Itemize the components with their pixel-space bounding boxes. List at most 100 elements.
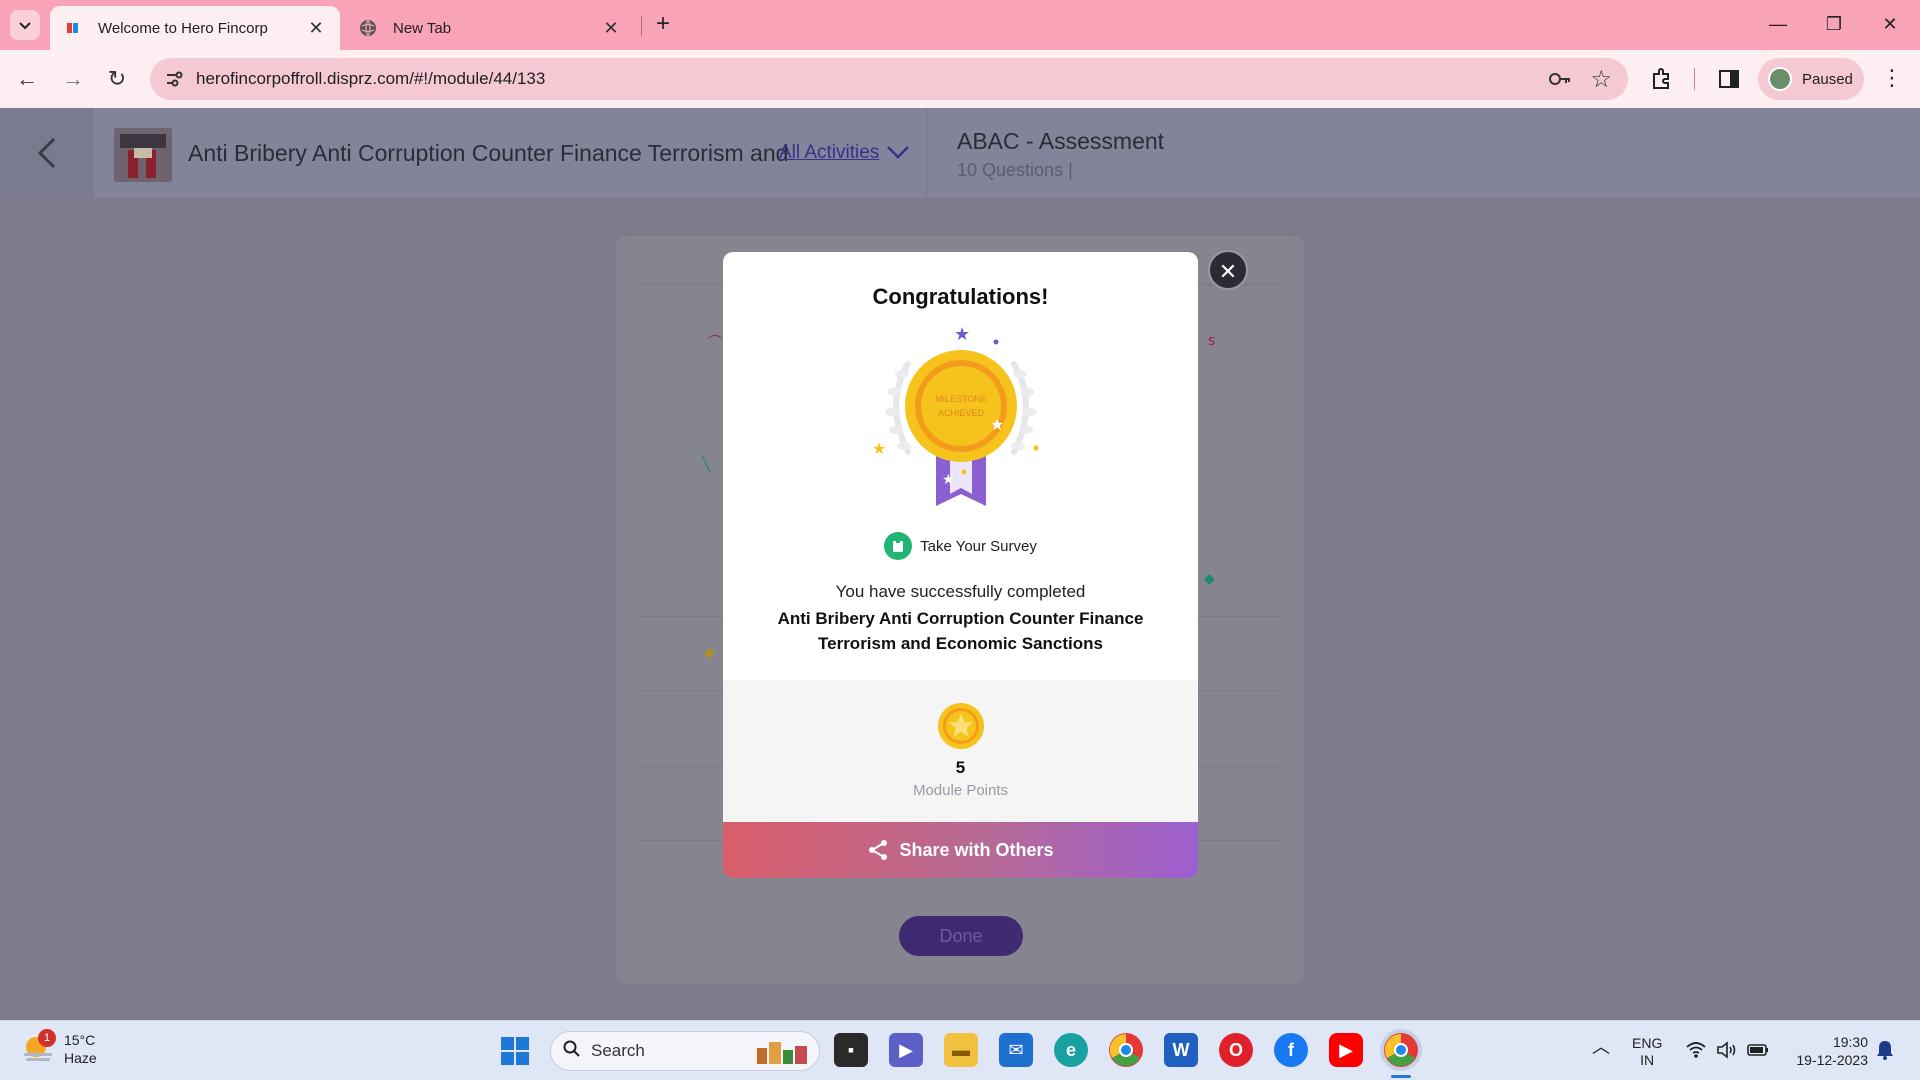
share-with-others-button[interactable]: Share with Others — [723, 822, 1198, 878]
restore-icon[interactable]: ❐ — [1814, 10, 1854, 40]
chrome-active-icon[interactable] — [1384, 1033, 1418, 1067]
weather-desc: Haze — [64, 1050, 97, 1066]
address-bar[interactable]: herofincorpoffroll.disprz.com/#!/module/… — [150, 58, 1628, 100]
meet-icon[interactable]: ▶ — [889, 1033, 923, 1067]
points-panel: 5 Module Points — [723, 680, 1198, 822]
wifi-icon[interactable] — [1686, 1041, 1706, 1059]
taskbar-search[interactable]: Search — [550, 1031, 820, 1071]
back-button[interactable] — [0, 108, 94, 198]
svg-text:★: ★ — [942, 472, 955, 488]
back-arrow-icon[interactable]: ← — [12, 64, 42, 94]
take-survey-link[interactable]: Take Your Survey — [723, 532, 1198, 560]
svg-text:★: ★ — [954, 324, 970, 345]
toolbar-divider — [1694, 68, 1695, 90]
profile-button[interactable]: Paused — [1758, 58, 1864, 100]
medal-text-line2: ACHIEVED — [938, 408, 985, 418]
notification-bell-icon[interactable] — [1875, 1039, 1895, 1061]
tab-divider — [641, 16, 642, 36]
search-placeholder: Search — [591, 1041, 645, 1060]
tab-hero-fincorp[interactable]: Welcome to Hero Fincorp ✕ — [50, 6, 340, 50]
tab-new-tab[interactable]: New Tab ✕ — [345, 6, 635, 50]
confetti-piece: ꜱ — [1208, 332, 1216, 348]
windows-taskbar: 1 15°C Haze Search ▪ ▶ ▬ ✉ e W O f ▶ ︿ E… — [0, 1020, 1920, 1080]
windows-start-icon[interactable] — [500, 1036, 530, 1066]
clock-time: 19:30 — [1832, 1034, 1868, 1050]
module-thumbnail — [114, 128, 172, 182]
system-clock[interactable]: 19:30 19-12-2023 — [1778, 1033, 1868, 1069]
language-indicator[interactable]: ENG IN — [1632, 1035, 1662, 1069]
module-title: Anti Bribery Anti Corruption Counter Fin… — [188, 140, 789, 166]
site-info-icon[interactable] — [164, 69, 184, 89]
word-icon[interactable]: W — [1164, 1033, 1198, 1067]
module-header: Anti Bribery Anti Corruption Counter Fin… — [0, 108, 1920, 198]
browser-toolbar: ← → ↻ herofincorpoffroll.disprz.com/#!/m… — [0, 50, 1920, 108]
course-name: Anti Bribery Anti Corruption Counter Fin… — [777, 609, 1144, 653]
key-icon[interactable] — [1548, 68, 1572, 90]
minimize-icon[interactable]: — — [1758, 10, 1798, 40]
search-highlight-icon — [757, 1042, 807, 1064]
lang-line1: ENG — [1632, 1035, 1663, 1051]
opera-icon[interactable]: O — [1219, 1033, 1253, 1067]
confetti-piece: ⌒ — [708, 334, 722, 350]
youtube-icon[interactable]: ▶ — [1329, 1033, 1363, 1067]
url-text[interactable]: herofincorpoffroll.disprz.com/#!/module/… — [196, 69, 545, 89]
weather-temp: 15°C — [64, 1032, 96, 1048]
side-panel-icon[interactable] — [1716, 66, 1742, 92]
points-value: 5 — [955, 758, 966, 777]
clipboard-icon — [884, 532, 913, 560]
active-app-indicator — [1391, 1075, 1411, 1078]
modal-title: Congratulations! — [872, 284, 1049, 309]
browser-menu-icon[interactable]: ⋮ — [1880, 64, 1904, 94]
completion-message: You have successfully completed — [835, 582, 1086, 601]
tab-title: New Tab — [393, 19, 452, 37]
reload-icon[interactable]: ↻ — [102, 64, 132, 94]
edge-icon[interactable]: e — [1054, 1033, 1088, 1067]
confetti-piece: ◆ — [704, 644, 715, 660]
modal-close-button[interactable]: ✕ — [1208, 250, 1248, 290]
chrome-icon[interactable] — [1109, 1033, 1143, 1067]
mail-icon[interactable]: ✉ — [999, 1033, 1033, 1067]
share-icon — [869, 840, 888, 860]
extensions-icon[interactable] — [1649, 66, 1675, 92]
chevron-up-icon[interactable]: ︿ — [1592, 1038, 1610, 1056]
facebook-icon[interactable]: f — [1274, 1033, 1308, 1067]
window-close-icon[interactable]: ✕ — [1870, 10, 1910, 40]
confetti-piece: ╲ — [702, 456, 711, 472]
done-button[interactable]: Done — [899, 916, 1023, 956]
forward-arrow-icon[interactable]: → — [58, 64, 88, 94]
tab-title: Welcome to Hero Fincorp — [98, 19, 268, 37]
file-explorer-icon[interactable]: ▬ — [944, 1033, 978, 1067]
coin-star-icon — [938, 703, 984, 749]
task-view-icon[interactable]: ▪ — [834, 1033, 868, 1067]
assessment-subtitle: 10 Questions | — [957, 160, 1073, 180]
tab-close-icon[interactable]: ✕ — [306, 18, 326, 39]
new-tab-button[interactable]: + — [648, 10, 678, 40]
confetti-piece: ◆ — [1204, 570, 1215, 586]
chevron-left-icon — [37, 137, 56, 169]
volume-icon[interactable] — [1716, 1041, 1738, 1059]
globe-icon — [359, 19, 377, 37]
chevron-down-icon — [19, 22, 31, 30]
battery-icon[interactable] — [1746, 1041, 1770, 1059]
clock-date: 19-12-2023 — [1796, 1052, 1868, 1068]
bookmark-star-icon[interactable]: ☆ — [1590, 65, 1612, 94]
header-divider — [926, 108, 927, 198]
share-label: Share with Others — [899, 839, 1054, 860]
site-favicon-icon — [64, 19, 82, 37]
points-label: Module Points — [912, 782, 1009, 799]
survey-label: Take Your Survey — [920, 537, 1037, 555]
all-activities-link[interactable]: All Activities — [779, 142, 879, 164]
notification-badge: 1 — [38, 1029, 56, 1047]
svg-text:★: ★ — [872, 439, 886, 458]
svg-text:★: ★ — [990, 415, 1004, 434]
avatar — [1768, 67, 1792, 91]
chevron-down-icon[interactable] — [886, 140, 910, 166]
tab-close-icon[interactable]: ✕ — [601, 18, 621, 39]
tab-search-button[interactable] — [10, 10, 40, 40]
profile-status: Paused — [1802, 70, 1853, 88]
milestone-medal-icon: ★ ★ ★ ★ MILESTONE ACHIEVED — [872, 324, 1039, 506]
congratulations-modal: Congratulations! ★ ★ ★ ★ MILESTONE ACHIE… — [723, 252, 1198, 878]
weather-widget[interactable]: 1 15°C Haze — [22, 1029, 97, 1067]
medal-text-line1: MILESTONE — [935, 394, 987, 404]
weather-haze-icon: 1 — [22, 1029, 56, 1065]
